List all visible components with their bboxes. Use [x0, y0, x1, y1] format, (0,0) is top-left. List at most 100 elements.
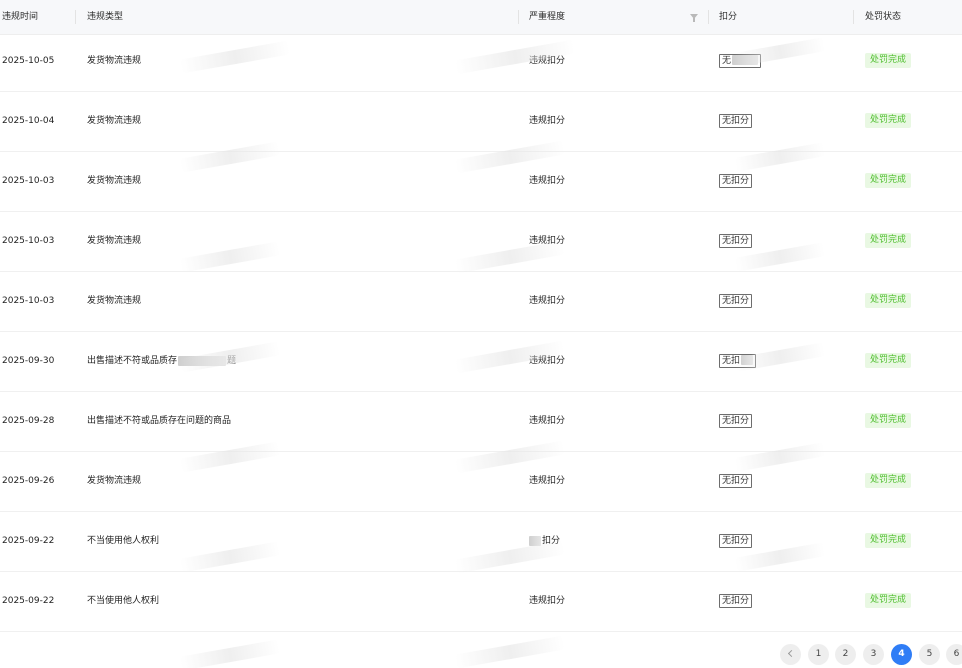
- deduction-tag: 无: [719, 53, 762, 68]
- table-row[interactable]: 2025-10-05 发货物流违规 违规扣分 无 处罚完成: [0, 32, 962, 92]
- deduction-tag: 无扣分: [719, 593, 753, 608]
- deduction-tag: 无扣分: [719, 413, 753, 428]
- cell-severity: 违规扣分: [529, 176, 566, 186]
- page-button-6[interactable]: 6: [946, 644, 962, 665]
- status-badge: 处罚完成: [865, 353, 912, 368]
- cell-severity: 违规扣分: [529, 116, 566, 126]
- deduction-tag-text: 无: [722, 55, 732, 66]
- cell-violation-type: 不当使用他人权利: [87, 536, 160, 546]
- table-header: 违规时间 违规类型 严重程度 扣分 处罚状态: [0, 0, 962, 35]
- cell-deduction: 无扣分: [719, 272, 753, 331]
- cell-deduction: 无扣: [719, 332, 757, 391]
- cell-deduction: 无扣分: [719, 392, 753, 451]
- table-row[interactable]: 2025-09-30 出售描述不符或品质存 题 违规扣分 无扣 处罚完成: [0, 332, 962, 392]
- cell-violation-type: 出售描述不符或品质存在问题的商品: [87, 416, 232, 426]
- cell-violation-type: 发货物流违规: [87, 116, 142, 126]
- cell-severity: 违规扣分: [529, 476, 566, 486]
- cell-status: 处罚完成: [865, 272, 912, 331]
- cell-status: 处罚完成: [865, 152, 912, 211]
- deduction-tag: 无扣分: [719, 113, 753, 128]
- redacted-blur: [732, 55, 759, 65]
- cell-severity: 扣分: [529, 512, 560, 571]
- status-badge: 处罚完成: [865, 413, 912, 428]
- status-badge: 处罚完成: [865, 593, 912, 608]
- cell-date: 2025-10-05: [2, 56, 55, 66]
- redacted-blur: [741, 355, 754, 365]
- cell-severity: 违规扣分: [529, 356, 566, 366]
- watermark: [454, 635, 566, 668]
- deduction-tag: 无扣分: [719, 533, 753, 548]
- header-deduction[interactable]: 扣分: [719, 0, 737, 34]
- header-divider: [853, 10, 854, 24]
- cell-date: 2025-10-04: [2, 116, 55, 126]
- header-violation-time[interactable]: 违规时间: [2, 0, 38, 34]
- table-row[interactable]: 2025-09-22 不当使用他人权利 违规扣分 无扣分 处罚完成: [0, 572, 962, 632]
- cell-deduction: 无扣分: [719, 152, 753, 211]
- violation-records-page: 违规时间 违规类型 严重程度 扣分 处罚状态 2025-10-05 发货物流违规…: [0, 0, 962, 668]
- table-row[interactable]: 2025-09-22 不当使用他人权利 扣分 无扣分 处罚完成: [0, 512, 962, 572]
- table-row[interactable]: 2025-10-04 发货物流违规 违规扣分 无扣分 处罚完成: [0, 92, 962, 152]
- watermark: [179, 639, 281, 668]
- table-row[interactable]: 2025-10-03 发货物流违规 违规扣分 无扣分 处罚完成: [0, 152, 962, 212]
- cell-severity: 违规扣分: [529, 596, 566, 606]
- header-divider: [708, 10, 709, 24]
- deduction-tag: 无扣分: [719, 233, 753, 248]
- prev-page-button[interactable]: [780, 644, 801, 665]
- cell-date: 2025-10-03: [2, 236, 55, 246]
- cell-date: 2025-09-22: [2, 536, 55, 546]
- page-button-5[interactable]: 5: [919, 644, 940, 665]
- status-badge: 处罚完成: [865, 113, 912, 128]
- severity-text: 扣分: [542, 536, 561, 546]
- status-badge: 处罚完成: [865, 53, 912, 68]
- cell-status: 处罚完成: [865, 452, 912, 511]
- cell-status: 处罚完成: [865, 512, 912, 571]
- cell-date: 2025-09-22: [2, 596, 55, 606]
- redacted-blur: [178, 355, 227, 366]
- cell-deduction: 无扣分: [719, 92, 753, 151]
- status-badge: 处罚完成: [865, 473, 912, 488]
- cell-violation-type: 发货物流违规: [87, 236, 142, 246]
- page-button-3[interactable]: 3: [863, 644, 884, 665]
- cell-severity: 违规扣分: [529, 416, 566, 426]
- cell-date: 2025-10-03: [2, 176, 55, 186]
- page-button-1[interactable]: 1: [808, 644, 829, 665]
- cell-date: 2025-09-30: [2, 356, 55, 366]
- cell-severity: 违规扣分: [529, 236, 566, 246]
- header-divider: [75, 10, 76, 24]
- header-violation-type[interactable]: 违规类型: [87, 0, 123, 34]
- cell-deduction: 无扣分: [719, 572, 753, 631]
- cell-status: 处罚完成: [865, 32, 912, 91]
- violation-type-tail: 题: [227, 356, 237, 366]
- header-severity[interactable]: 严重程度: [529, 0, 565, 34]
- cell-date: 2025-09-26: [2, 476, 55, 486]
- cell-deduction: 无: [719, 32, 762, 91]
- cell-status: 处罚完成: [865, 392, 912, 451]
- table-row[interactable]: 2025-09-26 发货物流违规 违规扣分 无扣分 处罚完成: [0, 452, 962, 512]
- table-row[interactable]: 2025-10-03 发货物流违规 违规扣分 无扣分 处罚完成: [0, 212, 962, 272]
- status-badge: 处罚完成: [865, 533, 912, 548]
- table-row[interactable]: 2025-10-03 发货物流违规 违规扣分 无扣分 处罚完成: [0, 272, 962, 332]
- deduction-tag-text: 无扣: [722, 355, 741, 366]
- chevron-left-icon: [787, 649, 796, 658]
- cell-status: 处罚完成: [865, 572, 912, 631]
- page-button-2[interactable]: 2: [835, 644, 856, 665]
- violation-type-text: 出售描述不符或品质存: [87, 356, 178, 366]
- cell-violation-type: 发货物流违规: [87, 56, 142, 66]
- cell-violation-type: 不当使用他人权利: [87, 596, 160, 606]
- table-row[interactable]: 2025-09-28 出售描述不符或品质存在问题的商品 违规扣分 无扣分 处罚完…: [0, 392, 962, 452]
- cell-status: 处罚完成: [865, 332, 912, 391]
- cell-severity: 违规扣分: [529, 56, 566, 66]
- deduction-tag: 无扣分: [719, 173, 753, 188]
- cell-status: 处罚完成: [865, 212, 912, 271]
- cell-status: 处罚完成: [865, 92, 912, 151]
- header-divider: [518, 10, 519, 24]
- page-button-4[interactable]: 4: [891, 644, 912, 665]
- deduction-tag: 无扣: [719, 353, 757, 368]
- cell-violation-type: 发货物流违规: [87, 296, 142, 306]
- redacted-blur: [529, 535, 541, 546]
- header-penalty-status[interactable]: 处罚状态: [865, 0, 901, 34]
- filter-icon[interactable]: [690, 14, 698, 22]
- cell-severity: 违规扣分: [529, 296, 566, 306]
- table-body: 2025-10-05 发货物流违规 违规扣分 无 处罚完成 2025-10-04…: [0, 32, 962, 632]
- status-badge: 处罚完成: [865, 233, 912, 248]
